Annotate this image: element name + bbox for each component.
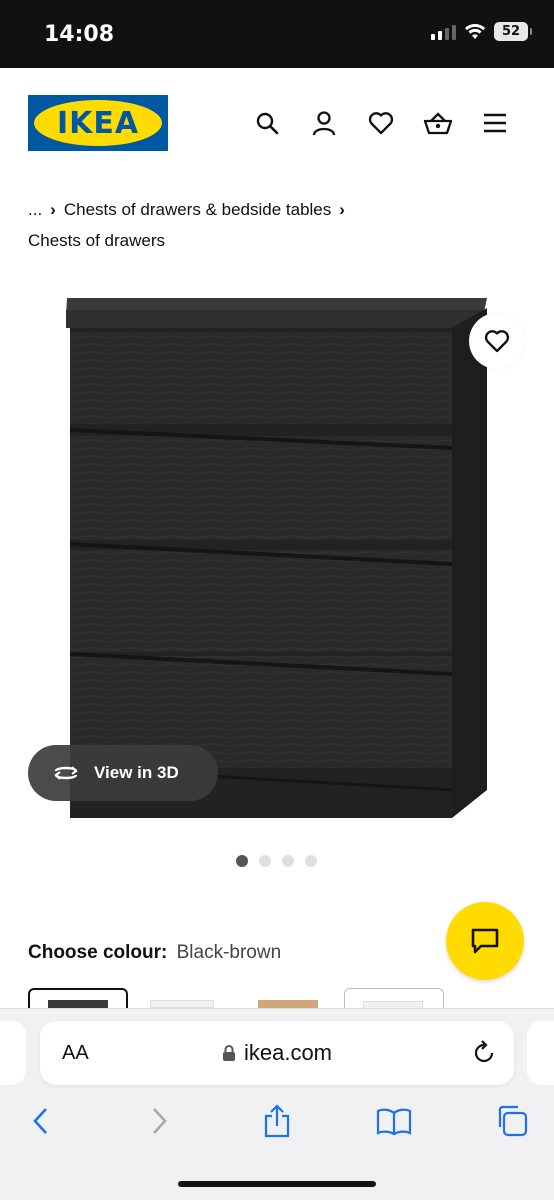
heart-icon — [484, 330, 510, 353]
header-actions — [252, 108, 510, 138]
menu-icon[interactable] — [480, 108, 510, 138]
back-icon[interactable] — [20, 1101, 60, 1141]
battery-indicator: 52 — [494, 22, 532, 41]
browser-toolbar — [0, 1101, 554, 1145]
favourite-button[interactable] — [469, 313, 525, 369]
logo-text: IKEA — [34, 100, 162, 146]
browser-chrome: AA ikea.com — [0, 1008, 554, 1200]
colour-selector-label: Choose colour: Black-brown — [28, 942, 281, 964]
chevron-right-icon: › — [339, 200, 345, 219]
heart-icon[interactable] — [366, 108, 396, 138]
chat-button[interactable] — [446, 902, 524, 980]
tabs-icon[interactable] — [492, 1101, 532, 1141]
chat-icon — [471, 928, 499, 954]
forward-icon[interactable] — [140, 1101, 180, 1141]
search-icon[interactable] — [252, 108, 282, 138]
swatch-black-brown[interactable] — [28, 988, 128, 1010]
breadcrumb-ellipsis[interactable]: ... — [28, 200, 42, 219]
previous-tab-preview[interactable] — [0, 1021, 26, 1085]
address-bar[interactable]: AA ikea.com — [40, 1021, 514, 1085]
image-carousel-dots — [236, 855, 317, 867]
reload-icon[interactable] — [472, 1039, 496, 1070]
breadcrumb-current[interactable]: Chests of drawers — [28, 225, 528, 256]
choose-colour-label: Choose colour: — [28, 942, 168, 963]
selected-colour-value: Black-brown — [176, 942, 282, 963]
account-icon[interactable] — [309, 108, 339, 138]
url-display[interactable]: ikea.com — [40, 1040, 514, 1066]
view-in-3d-button[interactable]: View in 3D — [28, 745, 218, 801]
bookmarks-icon[interactable] — [374, 1101, 414, 1141]
carousel-dot[interactable] — [282, 855, 294, 867]
swatch-white-stained[interactable] — [344, 988, 444, 1010]
site-header: IKEA — [0, 68, 554, 178]
rotate-3d-icon — [54, 766, 78, 780]
status-indicators: 52 — [431, 22, 532, 41]
breadcrumb-parent-link[interactable]: Chests of drawers & bedside tables — [64, 200, 331, 219]
share-icon[interactable] — [257, 1101, 297, 1141]
basket-icon[interactable] — [423, 108, 453, 138]
status-time: 14:08 — [44, 22, 115, 47]
ikea-logo[interactable]: IKEA — [28, 95, 168, 151]
lock-icon — [222, 1045, 235, 1061]
chevron-right-icon: › — [50, 200, 56, 219]
view-in-3d-label: View in 3D — [94, 763, 179, 782]
status-bar: 14:08 52 — [0, 0, 554, 68]
cellular-signal-icon — [431, 24, 456, 40]
swatch-oak[interactable] — [258, 988, 358, 1010]
home-indicator — [178, 1181, 376, 1187]
url-text: ikea.com — [243, 1040, 333, 1065]
carousel-dot[interactable] — [305, 855, 317, 867]
wifi-icon — [465, 24, 485, 39]
swatch-white[interactable] — [150, 988, 250, 1010]
next-tab-preview[interactable] — [527, 1021, 554, 1085]
carousel-dot[interactable] — [259, 855, 271, 867]
carousel-dot[interactable] — [236, 855, 248, 867]
colour-swatches — [28, 988, 554, 1010]
breadcrumb: ... › Chests of drawers & bedside tables › … — [28, 194, 528, 256]
